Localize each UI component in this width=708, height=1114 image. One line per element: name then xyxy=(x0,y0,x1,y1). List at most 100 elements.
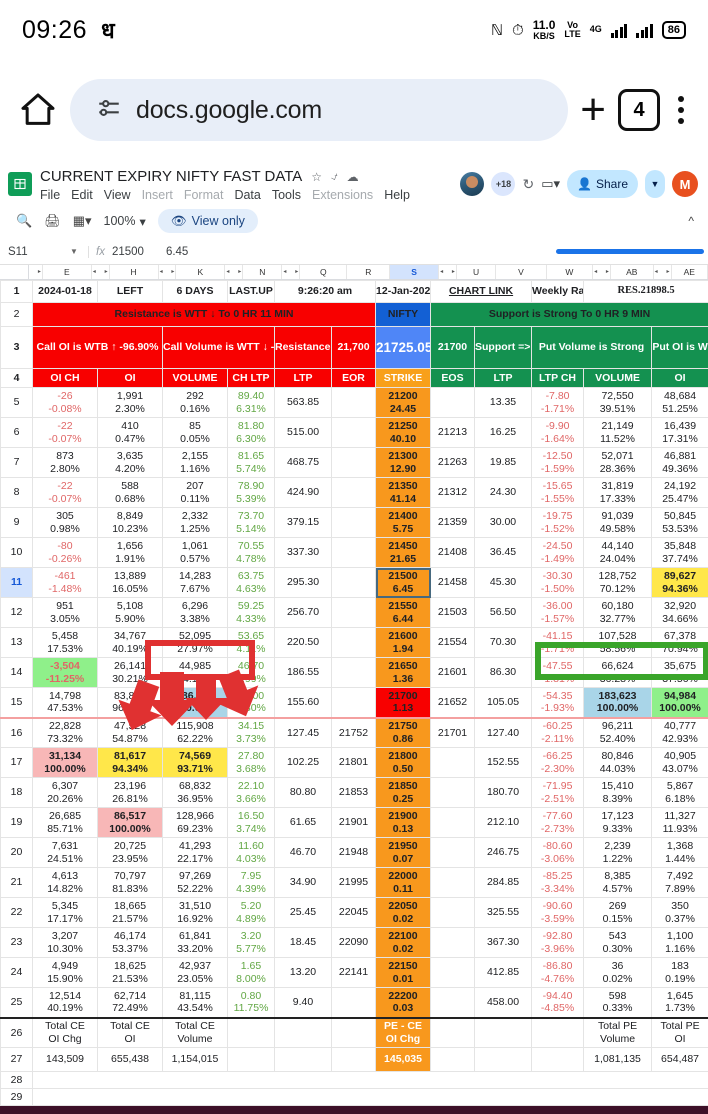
cell-pe-oi[interactable]: 1,3681.44% xyxy=(652,838,708,868)
column-header-AE[interactable]: AE xyxy=(672,265,708,279)
column-header-R[interactable]: R xyxy=(347,265,390,279)
cell-pe-ltp[interactable]: 30.00 xyxy=(475,508,532,538)
cell-ce-oi-ch[interactable]: -461-1.48% xyxy=(33,568,98,598)
pe-minus-ce-value[interactable]: 145,035 xyxy=(376,1048,431,1072)
header-ce-eor[interactable]: EOR xyxy=(332,369,376,388)
header-pe-volume[interactable]: VOLUME xyxy=(584,369,652,388)
cell-pe-ltp[interactable]: 458.00 xyxy=(475,988,532,1018)
cell-ce-ltp[interactable]: 186.55 xyxy=(275,658,332,688)
row-header-6[interactable]: 6 xyxy=(1,418,33,448)
cell-pe-ltp-ch[interactable]: -41.15-1.71% xyxy=(532,628,584,658)
cell-pe-ltp-ch[interactable]: -12.50-1.59% xyxy=(532,448,584,478)
row-header-4[interactable]: 4 xyxy=(1,369,33,388)
overflow-menu-icon[interactable] xyxy=(672,96,690,124)
cell-ce-ltp[interactable]: 34.90 xyxy=(275,868,332,898)
cell-ce-ch-ltp[interactable]: 89.406.31% xyxy=(228,388,275,418)
menu-item-edit[interactable]: Edit xyxy=(71,188,93,202)
cell-ce-ltp[interactable]: 80.80 xyxy=(275,778,332,808)
cell-pe-ltp[interactable]: 19.85 xyxy=(475,448,532,478)
cell-strike[interactable]: 221000.02 xyxy=(376,928,431,958)
cell-pe-ltp-ch[interactable]: -71.95-2.51% xyxy=(532,778,584,808)
cell-resistance-value[interactable]: RES.21898.5 xyxy=(584,281,708,303)
row-header-18[interactable]: 18 xyxy=(1,778,33,808)
table-row[interactable]: 10-80-0.26%1,6561.91%1,0610.57%70.554.78… xyxy=(1,538,708,568)
collaborator-count-badge[interactable]: +18 xyxy=(491,172,515,196)
cell-ce-ch-ltp[interactable]: 34.153.73% xyxy=(228,718,275,748)
cell-ce-eor[interactable]: 22141 xyxy=(332,958,376,988)
cell-ce-eor[interactable]: 21901 xyxy=(332,808,376,838)
zoom-level-select[interactable]: 100% ▾ xyxy=(104,214,146,229)
cell-pe-volume[interactable]: 44,14024.04% xyxy=(584,538,652,568)
cell-ce-eor[interactable] xyxy=(332,478,376,508)
star-icon[interactable]: ☆ xyxy=(311,170,322,184)
cell-ce-ch-ltp[interactable]: 5.204.89% xyxy=(228,898,275,928)
cell-ce-oi-ch[interactable]: 7,63124.51% xyxy=(33,838,98,868)
cell-ce-ch-ltp[interactable]: 81.655.74% xyxy=(228,448,275,478)
row-header-27[interactable]: 27 xyxy=(1,1048,33,1072)
row-header-22[interactable]: 22 xyxy=(1,898,33,928)
cell-last-update-time[interactable]: 9:26:20 am xyxy=(275,281,376,303)
cell-pe-ltp[interactable]: 246.75 xyxy=(475,838,532,868)
cell-ce-oi-ch[interactable]: 12,51440.19% xyxy=(33,988,98,1018)
sheet-row-29[interactable]: 29 xyxy=(1,1089,708,1106)
cell-ce-volume[interactable]: 74,56993.71% xyxy=(163,748,228,778)
cell-pe-eos[interactable]: 21408 xyxy=(431,538,475,568)
row-header-9[interactable]: 9 xyxy=(1,508,33,538)
row-header-15[interactable]: 15 xyxy=(1,688,33,718)
sheet-row-28[interactable]: 28 xyxy=(1,1072,708,1089)
cell-pe-ltp[interactable]: 56.50 xyxy=(475,598,532,628)
total-ce-volume-value[interactable]: 1,154,015 xyxy=(163,1048,228,1072)
cell-pe-ltp[interactable]: 70.30 xyxy=(475,628,532,658)
cell-ce-oi[interactable]: 26,14130.21% xyxy=(98,658,163,688)
row-header-17[interactable]: 17 xyxy=(1,748,33,778)
cell-strike[interactable]: 2130012.90 xyxy=(376,448,431,478)
header-pe-eos[interactable]: EOS xyxy=(431,369,475,388)
cell-ce-eor[interactable]: 21853 xyxy=(332,778,376,808)
table-row[interactable]: 1622,82873.32%47,52854.87%115,90862.22%3… xyxy=(1,718,708,748)
sheet-row-2[interactable]: 2 Resistance is WTT ↓ To 0 HR 11 MIN NIF… xyxy=(1,303,708,327)
call-oi-summary[interactable]: Call OI is WTB ↑ -96.90% xyxy=(33,327,163,369)
home-icon[interactable] xyxy=(18,90,58,130)
account-avatar[interactable]: M xyxy=(672,171,698,197)
address-bar[interactable]: docs.google.com xyxy=(70,79,568,141)
cell-ce-oi-ch[interactable]: 3,20710.30% xyxy=(33,928,98,958)
cell-ce-oi[interactable]: 20,72523.95% xyxy=(98,838,163,868)
cell-ce-ltp[interactable]: 18.45 xyxy=(275,928,332,958)
total-ce-oi-chg-value[interactable]: 143,509 xyxy=(33,1048,98,1072)
cell-ce-oi[interactable]: 5880.68% xyxy=(98,478,163,508)
header-ce-volume[interactable]: VOLUME xyxy=(163,369,228,388)
cell-ce-eor[interactable] xyxy=(332,418,376,448)
row-header-24[interactable]: 24 xyxy=(1,958,33,988)
cell-ce-oi-ch[interactable]: 8732.80% xyxy=(33,448,98,478)
cell-ce-volume[interactable]: 68,83236.95% xyxy=(163,778,228,808)
menu-item-extensions[interactable]: Extensions xyxy=(312,188,373,202)
column-header-V[interactable]: V xyxy=(496,265,547,279)
cell-pe-oi[interactable]: 40,77742.93% xyxy=(652,718,708,748)
cell-pe-volume[interactable]: 21,14911.52% xyxy=(584,418,652,448)
column-header-K[interactable]: K xyxy=(176,265,225,279)
cell-ce-eor[interactable] xyxy=(332,508,376,538)
cell-ce-volume[interactable]: 1,0610.57% xyxy=(163,538,228,568)
cell-ce-ltp[interactable]: 25.45 xyxy=(275,898,332,928)
cell-pe-eos[interactable] xyxy=(431,388,475,418)
cell-pe-oi[interactable]: 89,62794.36% xyxy=(652,568,708,598)
table-row[interactable]: 14-3,504-11.25%26,14130.21%44,98524.15%4… xyxy=(1,658,708,688)
cell-ce-volume[interactable]: 850.05% xyxy=(163,418,228,448)
new-tab-button[interactable]: + xyxy=(580,88,606,132)
cell-ce-oi[interactable]: 4100.47% xyxy=(98,418,163,448)
cell-pe-eos[interactable]: 21263 xyxy=(431,448,475,478)
cell-pe-volume[interactable]: 60,18032.77% xyxy=(584,598,652,628)
cell-ce-eor[interactable] xyxy=(332,448,376,478)
cell-ce-ch-ltp[interactable]: 7.954.39% xyxy=(228,868,275,898)
cell-pe-volume[interactable]: 17,1239.33% xyxy=(584,808,652,838)
cell-ce-volume[interactable]: 14,2837.67% xyxy=(163,568,228,598)
cell-pe-oi[interactable]: 3500.37% xyxy=(652,898,708,928)
menu-item-insert[interactable]: Insert xyxy=(142,188,173,202)
cell-pe-volume[interactable]: 8,3854.57% xyxy=(584,868,652,898)
table-row[interactable]: 186,30720.26%23,19626.81%68,83236.95%22.… xyxy=(1,778,708,808)
cell-strike[interactable]: 215006.45 xyxy=(376,568,431,598)
cell-ce-oi-ch[interactable]: -26-0.08% xyxy=(33,388,98,418)
cell-pe-volume[interactable]: 2,2391.22% xyxy=(584,838,652,868)
column-header-U[interactable]: U xyxy=(457,265,496,279)
cell-pe-ltp-ch[interactable]: -19.75-1.52% xyxy=(532,508,584,538)
